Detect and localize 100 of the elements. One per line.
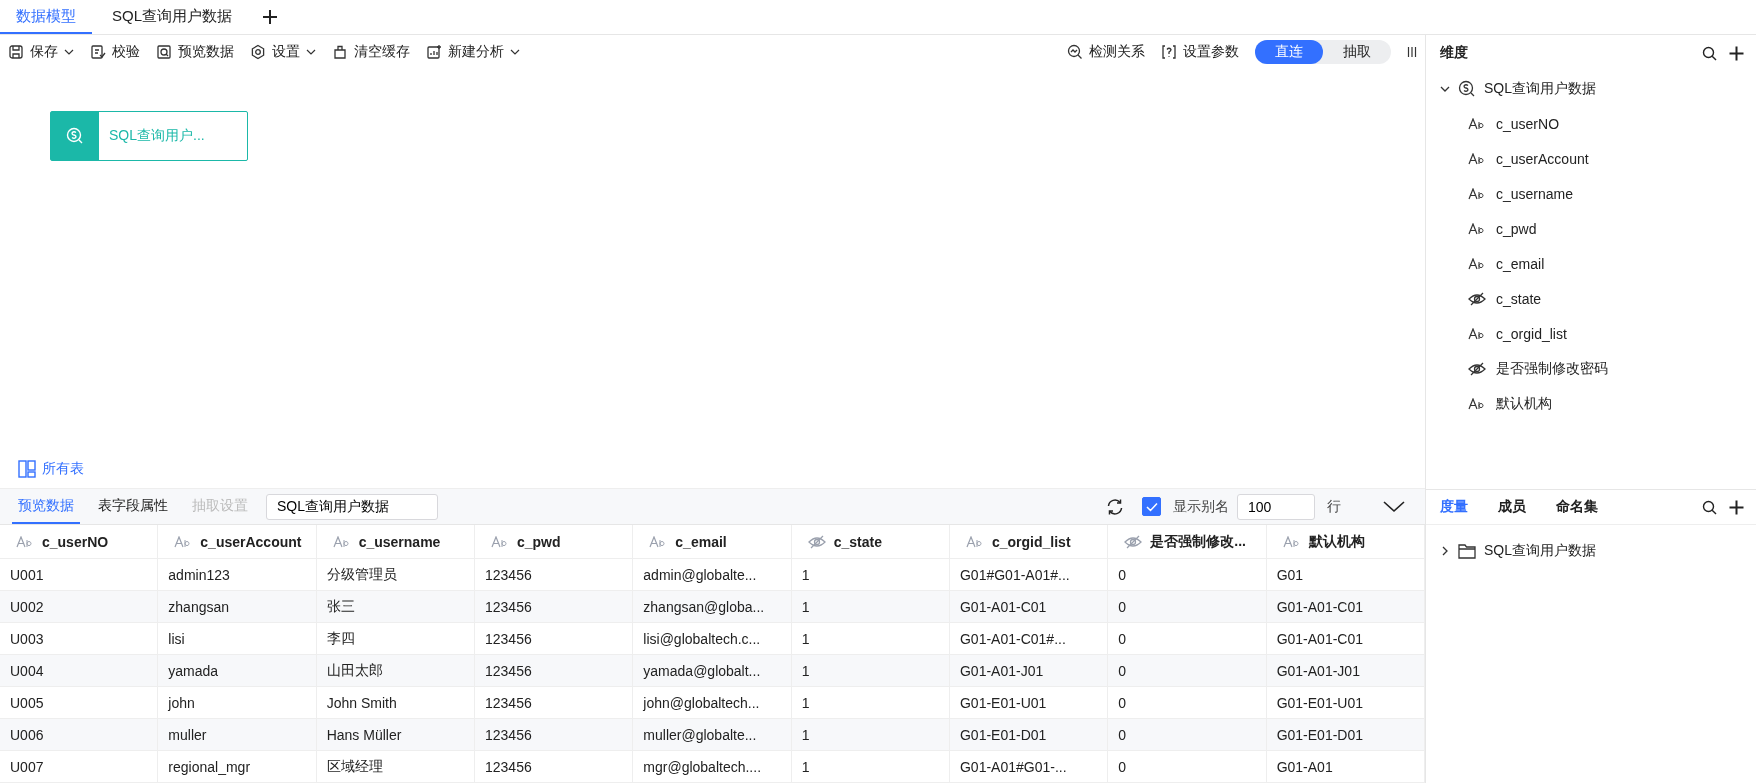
row-limit-field[interactable]: 100 xyxy=(1237,493,1315,520)
chevron-down-icon[interactable] xyxy=(1383,500,1405,513)
column-header[interactable]: c_state xyxy=(791,525,950,558)
checkbox[interactable] xyxy=(1142,497,1161,516)
tab[interactable]: 成员 xyxy=(1498,498,1526,516)
tree-item[interactable]: c_state xyxy=(1440,281,1744,316)
add-tab-icon[interactable] xyxy=(262,9,278,25)
toolbar-button[interactable]: 设置 xyxy=(250,43,316,61)
mode-option[interactable]: 抽取 xyxy=(1323,40,1391,64)
table-cell: yamada@globalt... xyxy=(633,655,792,686)
table-cell: lisi@globaltech.c... xyxy=(633,623,792,654)
table-cell: 1 xyxy=(791,559,950,590)
table-cell: 0 xyxy=(1108,559,1267,590)
toolbar-button[interactable]: 设置参数 xyxy=(1161,43,1239,61)
table-name-field[interactable]: SQL查询用户数据 xyxy=(266,493,438,520)
table-cell: U005 xyxy=(0,687,159,718)
tab[interactable]: SQL查询用户数据 xyxy=(96,0,248,34)
all-tables-link[interactable]: 所有表 xyxy=(42,460,84,478)
toolbar-button[interactable]: 检测关系 xyxy=(1067,43,1145,61)
tree-item[interactable]: 是否强制修改密码 xyxy=(1440,351,1744,386)
table-cell: 123456 xyxy=(475,623,634,654)
caret-icon xyxy=(64,49,74,55)
text-type-icon xyxy=(649,535,668,548)
tree-item[interactable]: c_userAccount xyxy=(1440,141,1744,176)
table-cell: 1 xyxy=(791,655,950,686)
table-cell: G01-A01-C01#... xyxy=(950,623,1109,654)
toolbar-button[interactable]: 新建分析 xyxy=(426,43,520,61)
table-cell: G01-A01 xyxy=(1266,751,1425,782)
tab[interactable]: 度量 xyxy=(1440,498,1468,516)
row-unit-label: 行 xyxy=(1327,497,1341,516)
search-icon[interactable] xyxy=(1702,45,1717,61)
tab[interactable]: 命名集 xyxy=(1556,498,1598,516)
sql-search-icon xyxy=(1458,79,1476,98)
table-cell: U007 xyxy=(0,751,159,782)
tree-item[interactable]: c_orgid_list xyxy=(1440,316,1744,351)
tree-item[interactable]: c_pwd xyxy=(1440,211,1744,246)
caret-icon xyxy=(510,49,520,55)
column-header[interactable]: 默认机构 xyxy=(1266,525,1425,558)
table-cell: 1 xyxy=(791,751,950,782)
columns-icon[interactable] xyxy=(1407,46,1417,58)
table-cell: zhangsan xyxy=(158,591,317,622)
column-header[interactable]: c_userNO xyxy=(0,525,159,558)
table-cell: G01 xyxy=(1266,559,1425,590)
toolbar-button[interactable]: 预览数据 xyxy=(156,43,234,61)
text-type-icon xyxy=(1468,222,1486,235)
table-cell: 山田太郎 xyxy=(316,655,475,686)
text-type-icon xyxy=(1468,152,1486,165)
tab[interactable]: 表字段属性 xyxy=(92,489,174,524)
folder-icon xyxy=(1458,542,1476,559)
toolbar-button[interactable]: 清空缓存 xyxy=(332,43,410,61)
sql-search-icon xyxy=(66,127,84,145)
tree-item[interactable]: c_email xyxy=(1440,246,1744,281)
column-header[interactable]: c_userAccount xyxy=(158,525,317,558)
add-icon[interactable] xyxy=(1729,45,1744,61)
toolbar-button[interactable]: 校验 xyxy=(90,43,140,61)
table-node-label: SQL查询用户... xyxy=(108,127,205,145)
text-type-icon xyxy=(1282,535,1301,548)
refresh-icon[interactable] xyxy=(1106,497,1124,516)
tree-item[interactable]: SQL查询用户数据 xyxy=(1440,71,1744,106)
search-icon[interactable] xyxy=(1702,499,1717,515)
table-cell: 1 xyxy=(791,719,950,750)
table-cell: 123456 xyxy=(475,559,634,590)
gear-icon xyxy=(250,44,266,60)
column-header[interactable]: c_email xyxy=(633,525,792,558)
chevron-icon xyxy=(1440,545,1450,556)
tree-item[interactable]: c_userNO xyxy=(1440,106,1744,141)
table-cell: U003 xyxy=(0,623,159,654)
trash-icon xyxy=(332,44,348,60)
table-cell: 李四 xyxy=(316,623,475,654)
table-cell: G01-A01#G01-... xyxy=(950,751,1109,782)
detect-icon xyxy=(1067,44,1083,60)
table-cell: lisi xyxy=(158,623,317,654)
table-cell: admin@globalte... xyxy=(633,559,792,590)
text-type-icon xyxy=(966,535,984,548)
table-cell: G01-A01-J01 xyxy=(950,655,1109,686)
text-type-icon xyxy=(1468,327,1486,340)
column-header[interactable]: c_orgid_list xyxy=(950,525,1109,558)
table-cell: 123456 xyxy=(475,655,634,686)
add-icon[interactable] xyxy=(1729,499,1744,515)
checkbox-label: 显示别名 xyxy=(1173,497,1229,516)
mode-option[interactable]: 直连 xyxy=(1255,40,1323,64)
tree-item[interactable]: 默认机构 xyxy=(1440,386,1744,421)
table-cell: G01-E01-D01 xyxy=(950,719,1109,750)
tab[interactable]: 预览数据 xyxy=(12,489,80,524)
toolbar-button[interactable]: 保存 xyxy=(8,43,74,61)
tree-item[interactable]: SQL查询用户数据 xyxy=(1440,533,1744,568)
column-header[interactable]: c_pwd xyxy=(475,525,634,558)
eye-slash-icon xyxy=(1468,361,1486,376)
check-icon xyxy=(1145,501,1158,512)
tree-item[interactable]: c_username xyxy=(1440,176,1744,211)
column-header[interactable]: c_username xyxy=(316,525,475,558)
table-cell: G01-A01-C01 xyxy=(1266,623,1425,654)
column-header[interactable]: 是否强制修改... xyxy=(1108,525,1267,558)
table-cell: 1 xyxy=(791,623,950,654)
tab[interactable]: 数据模型 xyxy=(0,0,92,34)
chart-add-icon xyxy=(426,44,442,60)
text-type-icon xyxy=(1468,117,1486,130)
table-cell: G01-E01-U01 xyxy=(1266,687,1425,718)
table-cell: 0 xyxy=(1108,687,1267,718)
table-cell: zhangsan@globa... xyxy=(633,591,792,622)
